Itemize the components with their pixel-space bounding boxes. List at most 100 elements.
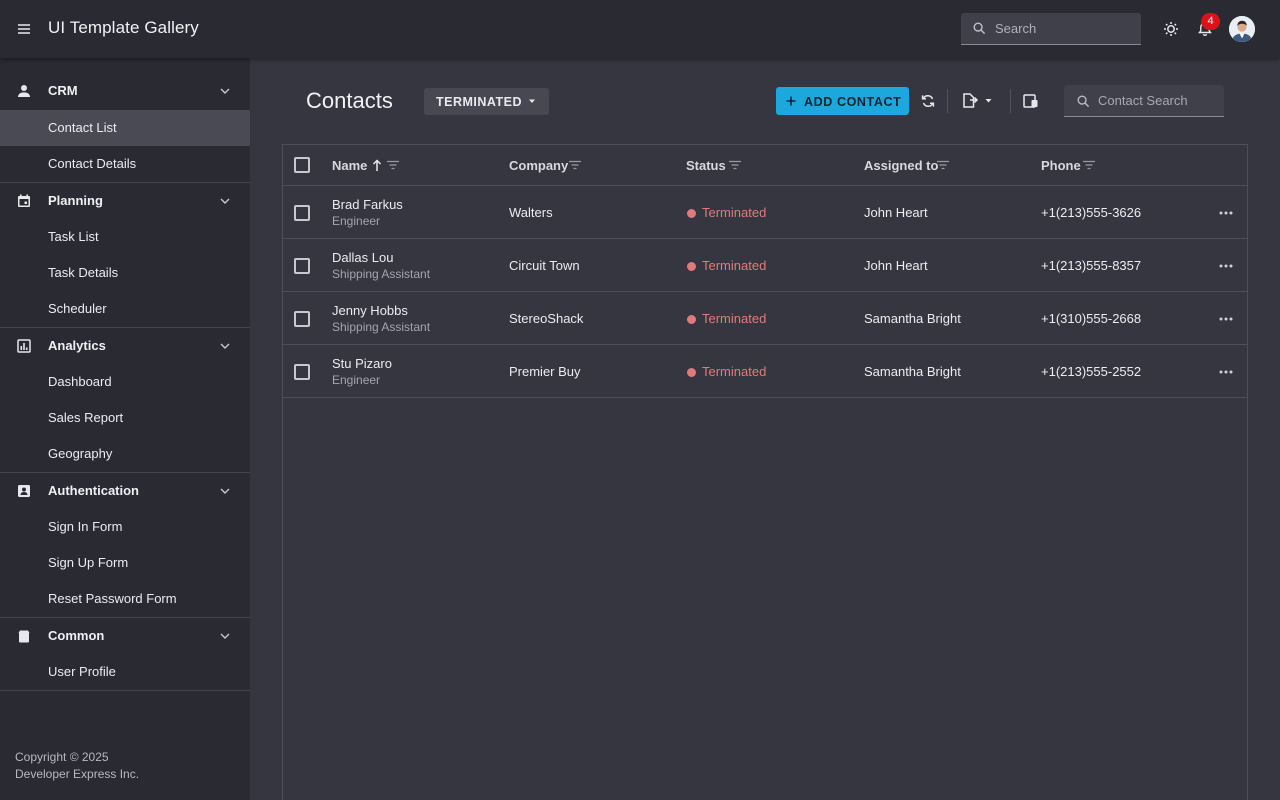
- sidebar-divider: [0, 690, 250, 691]
- chevron-down-icon: [220, 488, 230, 494]
- export-icon[interactable]: [961, 92, 993, 110]
- table-row[interactable]: Jenny Hobbs Shipping Assistant StereoSha…: [283, 292, 1247, 345]
- sun-icon[interactable]: [1161, 19, 1181, 39]
- sidebar-item-label: Sign Up Form: [48, 555, 129, 570]
- status-dot: [687, 315, 696, 324]
- box-icon: [18, 630, 30, 643]
- contact-name[interactable]: Dallas Lou: [332, 250, 393, 265]
- more-options-icon[interactable]: [1219, 211, 1233, 215]
- sidebar-item-sign-in-form[interactable]: Sign In Form: [0, 509, 250, 545]
- sidebar-group-authentication[interactable]: Authentication: [0, 473, 250, 509]
- sidebar-item-dashboard[interactable]: Dashboard: [0, 364, 250, 400]
- toolbar-separator: [947, 89, 948, 113]
- sidebar-item-contact-details[interactable]: Contact Details: [0, 146, 250, 182]
- sidebar-group-label: Common: [48, 628, 105, 643]
- sidebar-group-crm[interactable]: CRM: [0, 73, 250, 109]
- column-header-assigned-to[interactable]: Assigned to: [864, 158, 938, 173]
- status-filter-dropdown[interactable]: TERMINATED: [424, 88, 549, 115]
- select-all-checkbox[interactable]: [294, 157, 310, 173]
- sidebar-item-reset-password-form[interactable]: Reset Password Form: [0, 581, 250, 617]
- add-contact-label: ADD CONTACT: [804, 95, 902, 109]
- contact-position: Engineer: [332, 214, 381, 228]
- contact-company: StereoShack: [509, 311, 584, 326]
- copyright-line: Copyright © 2025: [15, 750, 109, 764]
- column-header-name[interactable]: Name: [332, 158, 367, 173]
- row-checkbox[interactable]: [294, 364, 310, 380]
- sidebar-item-label: Contact List: [48, 120, 117, 135]
- filter-icon[interactable]: [387, 160, 399, 170]
- copyright: Copyright © 2025 Developer Express Inc.: [15, 749, 139, 783]
- table-row[interactable]: Stu Pizaro Engineer Premier Buy Terminat…: [283, 345, 1247, 398]
- contact-search-input[interactable]: [1098, 85, 1220, 116]
- calendar-icon: [18, 194, 30, 207]
- toolbar-separator: [1010, 89, 1011, 113]
- status-text: Terminated: [702, 258, 767, 273]
- assigned-to: Samantha Bright: [864, 364, 961, 379]
- sidebar-group-common[interactable]: Common: [0, 618, 250, 654]
- column-chooser-icon[interactable]: [1022, 92, 1040, 110]
- column-header-phone[interactable]: Phone: [1041, 158, 1081, 173]
- column-header-company[interactable]: Company: [509, 158, 568, 173]
- notification-badge: 4: [1201, 13, 1220, 30]
- menu-icon[interactable]: [14, 19, 34, 39]
- sidebar-item-label: Dashboard: [48, 374, 112, 389]
- filter-icon[interactable]: [937, 160, 949, 170]
- contact-name[interactable]: Stu Pizaro: [332, 356, 392, 371]
- avatar[interactable]: [1229, 16, 1255, 42]
- contact-company: Circuit Town: [509, 258, 580, 273]
- more-options-icon[interactable]: [1219, 317, 1233, 321]
- more-options-icon[interactable]: [1219, 370, 1233, 374]
- page-title: Contacts: [306, 88, 393, 113]
- sidebar-item-sales-report[interactable]: Sales Report: [0, 400, 250, 436]
- sidebar-item-label: Task List: [48, 229, 99, 244]
- sidebar-group-planning[interactable]: Planning: [0, 183, 250, 219]
- more-options-icon[interactable]: [1219, 264, 1233, 268]
- row-checkbox[interactable]: [294, 205, 310, 221]
- assigned-to: Samantha Bright: [864, 311, 961, 326]
- contact-card-icon: [18, 485, 30, 497]
- sidebar-group-label: Analytics: [48, 338, 106, 353]
- sidebar-group-analytics[interactable]: Analytics: [0, 328, 250, 364]
- column-header-status[interactable]: Status: [686, 158, 726, 173]
- sidebar-group-label: CRM: [48, 83, 78, 98]
- contact-name[interactable]: Brad Farkus: [332, 197, 403, 212]
- refresh-icon[interactable]: [919, 92, 937, 110]
- sidebar-item-label: Sales Report: [48, 410, 124, 425]
- sidebar-item-contact-list[interactable]: Contact List: [0, 110, 250, 146]
- contact-name[interactable]: Jenny Hobbs: [332, 303, 408, 318]
- sidebar-item-task-list[interactable]: Task List: [0, 219, 250, 255]
- table-row[interactable]: Brad Farkus Engineer Walters Terminated …: [283, 186, 1247, 239]
- chevron-down-icon: [220, 633, 230, 639]
- sidebar-item-scheduler[interactable]: Scheduler: [0, 291, 250, 327]
- sidebar-item-task-details[interactable]: Task Details: [0, 255, 250, 291]
- status-text: Terminated: [702, 205, 767, 220]
- sidebar: CRM Contact List Contact Details Plannin…: [0, 58, 250, 800]
- sidebar-item-geography[interactable]: Geography: [0, 436, 250, 472]
- filter-icon[interactable]: [569, 160, 581, 170]
- search-icon: [973, 22, 986, 35]
- status-text: Terminated: [702, 364, 767, 379]
- row-checkbox[interactable]: [294, 311, 310, 327]
- app-header: UI Template Gallery 4: [0, 0, 1280, 58]
- add-contact-button[interactable]: ADD CONTACT: [776, 87, 909, 115]
- contact-company: Walters: [509, 205, 553, 220]
- search-input[interactable]: [995, 13, 1135, 44]
- copyright-line: Developer Express Inc.: [15, 767, 140, 781]
- sidebar-item-user-profile[interactable]: User Profile: [0, 654, 250, 690]
- chevron-down-icon: [220, 198, 230, 204]
- assigned-to: John Heart: [864, 258, 928, 273]
- global-search[interactable]: [961, 13, 1141, 45]
- sort-ascending-icon[interactable]: [372, 158, 382, 172]
- app-title: UI Template Gallery: [48, 18, 199, 37]
- contact-phone: +1(213)555-2552: [1041, 364, 1142, 379]
- row-checkbox[interactable]: [294, 258, 310, 274]
- sidebar-item-sign-up-form[interactable]: Sign Up Form: [0, 545, 250, 581]
- table-row[interactable]: Dallas Lou Shipping Assistant Circuit To…: [283, 239, 1247, 292]
- filter-icon[interactable]: [1083, 160, 1095, 170]
- contact-position: Shipping Assistant: [332, 267, 431, 281]
- filter-icon[interactable]: [729, 160, 741, 170]
- contact-search[interactable]: [1064, 85, 1224, 117]
- status-text: Terminated: [702, 311, 767, 326]
- caret-down-icon: [529, 99, 535, 103]
- plus-icon: [786, 96, 796, 106]
